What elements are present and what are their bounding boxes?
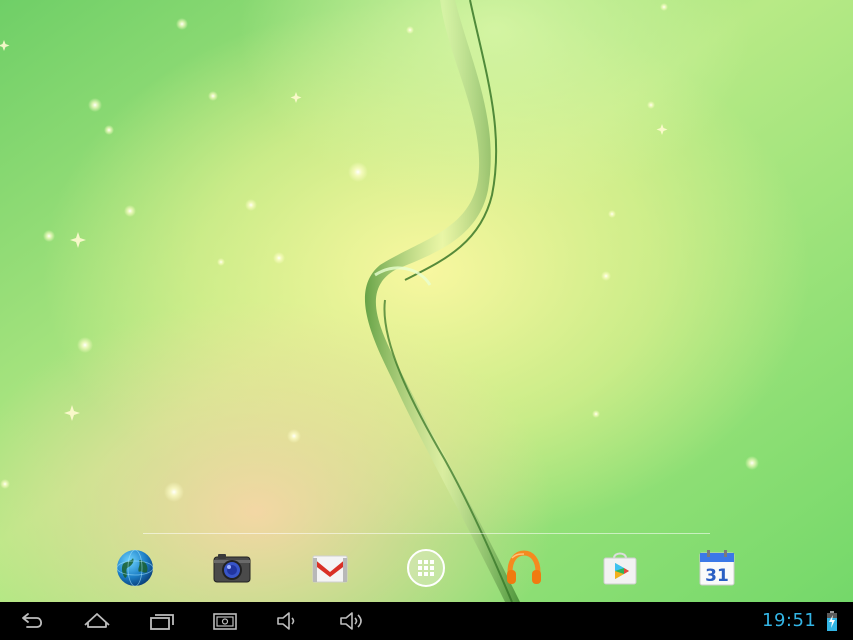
calendar-date: 31 [705,566,729,586]
home-screen: 31 19:51 [0,0,853,640]
gmail-icon [312,555,348,583]
battery-status [826,611,838,631]
camera-app[interactable] [212,548,252,588]
camera-icon [213,554,251,583]
app-drawer-icon [407,549,445,587]
navigation-bar: 19:51 [0,602,853,640]
home-button[interactable] [82,609,112,633]
volume-up-button[interactable] [337,609,367,633]
screenshot-button[interactable] [210,609,240,633]
globe-icon [116,549,154,587]
wallpaper [0,0,853,602]
play-store-icon [603,552,637,585]
recents-button[interactable] [147,609,177,633]
back-icon [22,613,43,628]
calendar-icon: 31 [699,550,735,586]
dock-divider [143,533,710,534]
volume-down-button[interactable] [273,609,303,633]
gmail-app[interactable] [310,548,350,588]
play-store-app[interactable] [600,548,640,588]
headphones-icon [507,550,541,584]
volume-down-icon [277,612,295,630]
browser-app[interactable] [115,548,155,588]
play-music-app[interactable] [504,548,544,588]
back-button[interactable] [17,609,47,633]
recents-icon [150,614,174,630]
app-drawer-button[interactable] [406,548,446,588]
calendar-app[interactable]: 31 [697,548,737,588]
battery-charging-icon [827,611,837,631]
status-clock: 19:51 [762,610,817,631]
screenshot-icon [213,613,237,630]
home-icon [84,613,110,628]
volume-up-icon [340,612,362,630]
